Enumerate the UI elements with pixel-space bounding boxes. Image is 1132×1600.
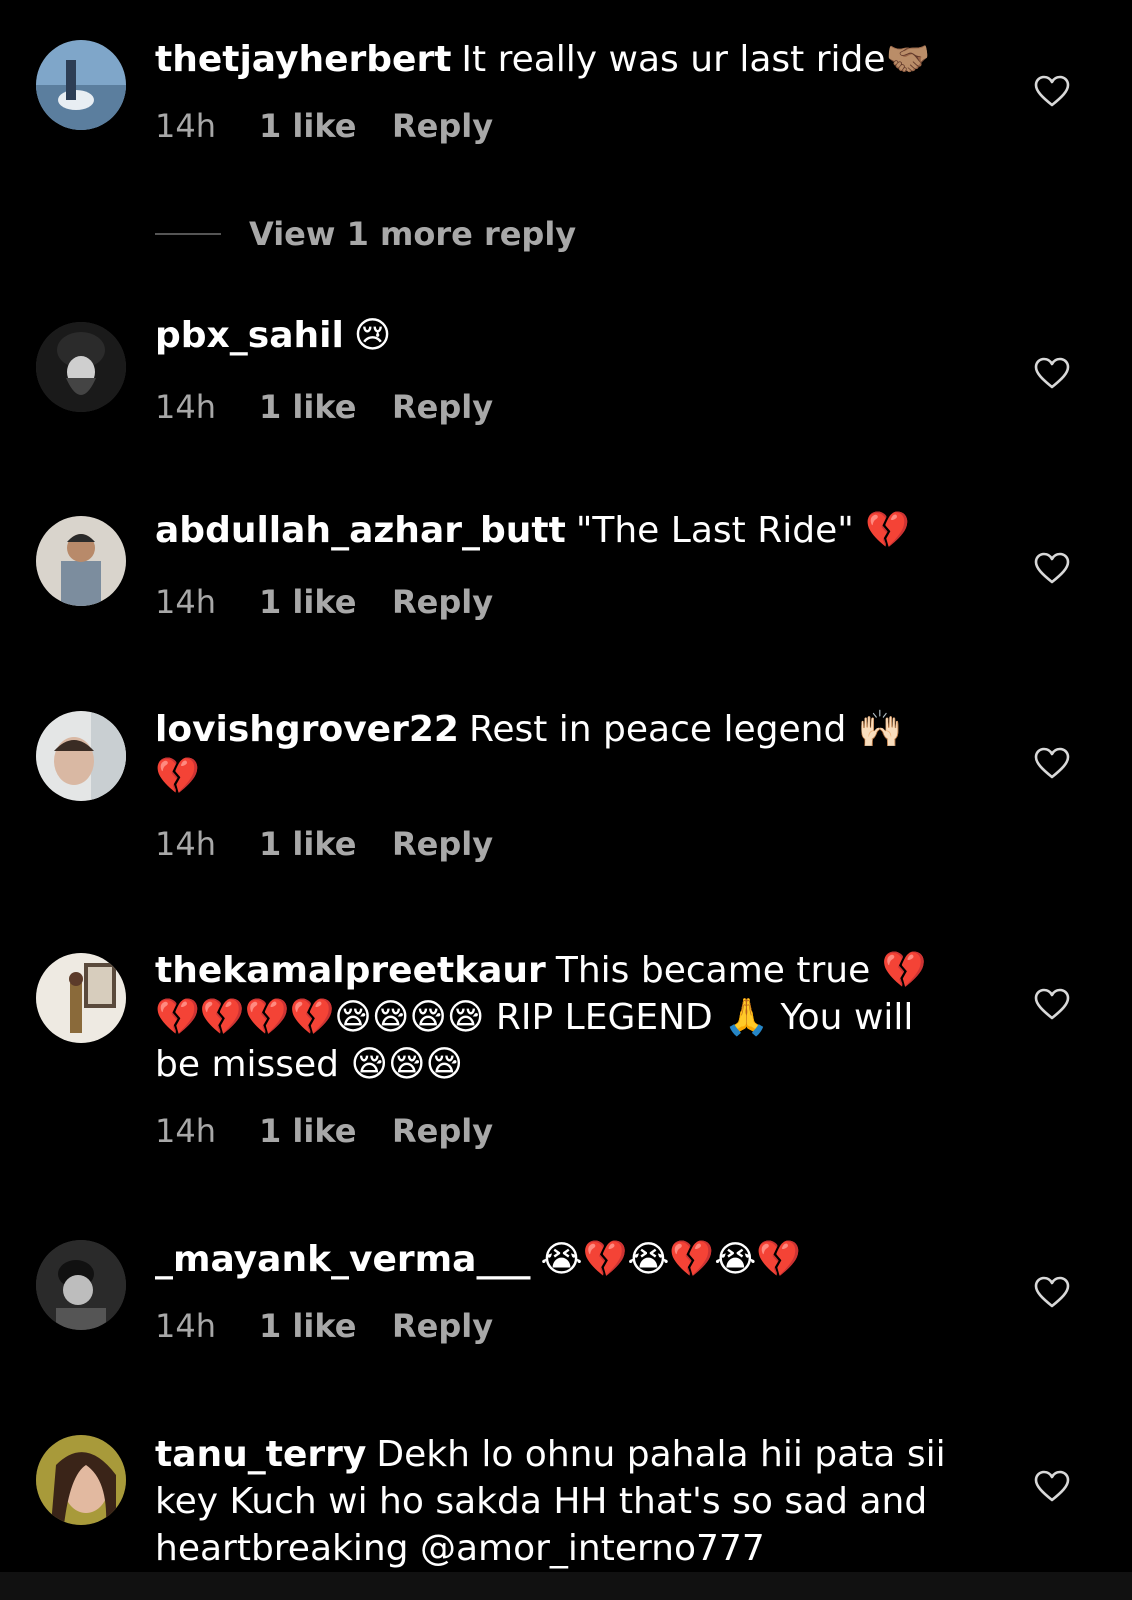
avatar[interactable]: [36, 1435, 126, 1525]
comment-meta: 14h 1 like Reply: [155, 583, 493, 621]
view-more-replies[interactable]: View 1 more reply: [155, 214, 576, 254]
bottom-bar: [0, 1572, 1132, 1600]
comment-time: 14h: [155, 825, 216, 863]
comment-likes[interactable]: 1 like: [259, 1112, 392, 1150]
comment-text: thetjayherbert It really was ur last ride…: [155, 36, 955, 83]
comment-body: 😭💔😭💔😭💔: [540, 1239, 802, 1280]
comment-username[interactable]: pbx_sahil: [155, 315, 344, 356]
comment-meta: 14h 1 like Reply: [155, 1307, 493, 1345]
comment-time: 14h: [155, 583, 216, 621]
avatar[interactable]: [36, 40, 126, 130]
comment-text: thekamalpreetkaur This became true 💔 💔💔💔💔…: [155, 947, 955, 1088]
reply-button[interactable]: Reply: [392, 825, 493, 863]
comment-body: It really was ur last ride🤝🏽: [461, 39, 931, 80]
heart-icon[interactable]: [1034, 1276, 1070, 1308]
comment-username[interactable]: tanu_terry: [155, 1434, 366, 1475]
avatar[interactable]: [36, 711, 126, 801]
reply-button[interactable]: Reply: [392, 1112, 493, 1150]
comment-time: 14h: [155, 1307, 216, 1345]
heart-icon[interactable]: [1034, 747, 1070, 779]
comment-likes[interactable]: 1 like: [259, 388, 392, 426]
comment-username[interactable]: lovishgrover22: [155, 709, 459, 750]
comment-body: "The Last Ride" 💔: [575, 510, 911, 551]
comment-body: 😢: [353, 315, 392, 356]
comment-meta: 14h 1 like Reply: [155, 825, 493, 863]
comment-likes[interactable]: 1 like: [259, 1307, 392, 1345]
heart-icon[interactable]: [1034, 552, 1070, 584]
reply-button[interactable]: Reply: [392, 1307, 493, 1345]
comment-username[interactable]: _mayank_verma___: [155, 1239, 530, 1280]
comment-username[interactable]: thekamalpreetkaur: [155, 950, 546, 991]
comment-meta: 14h 1 like Reply: [155, 107, 493, 145]
comment-meta: 14h 1 like Reply: [155, 388, 493, 426]
comment-likes[interactable]: 1 like: [259, 107, 392, 145]
avatar[interactable]: [36, 953, 126, 1043]
comment-meta: 14h 1 like Reply: [155, 1112, 493, 1150]
comment-text: _mayank_verma___ 😭💔😭💔😭💔: [155, 1236, 955, 1283]
comment-text: lovishgrover22 Rest in peace legend 🙌🏻 💔: [155, 706, 955, 800]
comment-text: abdullah_azhar_butt "The Last Ride" 💔: [155, 507, 955, 554]
divider: [155, 233, 221, 235]
comment-text: tanu_terry Dekh lo ohnu pahala hii pata s…: [155, 1431, 955, 1572]
comment-time: 14h: [155, 107, 216, 145]
reply-button[interactable]: Reply: [392, 107, 493, 145]
reply-button[interactable]: Reply: [392, 583, 493, 621]
comment-text: pbx_sahil 😢: [155, 312, 955, 359]
reply-button[interactable]: Reply: [392, 388, 493, 426]
avatar[interactable]: [36, 516, 126, 606]
heart-icon[interactable]: [1034, 357, 1070, 389]
comment-likes[interactable]: 1 like: [259, 825, 392, 863]
avatar[interactable]: [36, 1240, 126, 1330]
heart-icon[interactable]: [1034, 1470, 1070, 1502]
comment-likes[interactable]: 1 like: [259, 583, 392, 621]
comment-username[interactable]: thetjayherbert: [155, 39, 451, 80]
heart-icon[interactable]: [1034, 75, 1070, 107]
heart-icon[interactable]: [1034, 988, 1070, 1020]
comment-time: 14h: [155, 1112, 216, 1150]
avatar[interactable]: [36, 322, 126, 412]
view-more-label[interactable]: View 1 more reply: [249, 215, 576, 253]
comment-time: 14h: [155, 388, 216, 426]
comment-username[interactable]: abdullah_azhar_butt: [155, 510, 566, 551]
